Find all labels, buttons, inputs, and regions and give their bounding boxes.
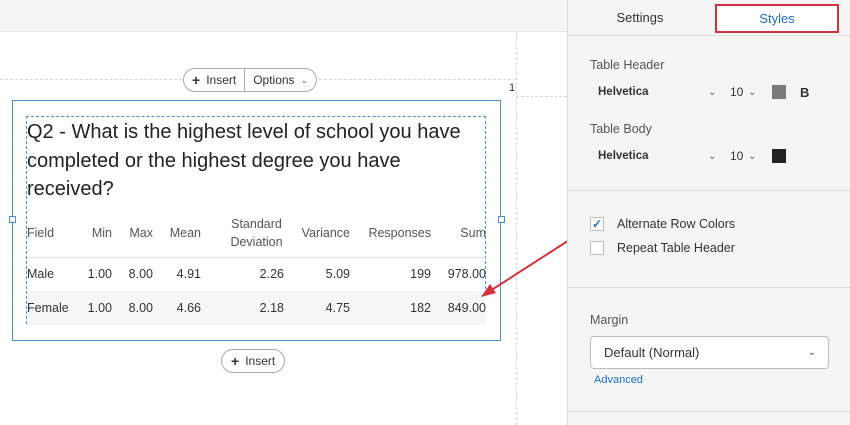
tab-styles[interactable]: Styles [715,4,839,33]
table-body-label: Table Body [590,122,652,136]
section-divider [568,190,850,191]
repeat-table-header-checkbox[interactable] [590,241,604,255]
repeat-table-header-option[interactable]: Repeat Table Header [590,241,735,255]
table-body-font-row: Helvetica ⌄ 10 ⌄ [598,146,838,166]
chevron-down-icon[interactable]: ⌄ [748,151,768,162]
table-header-font-row: Helvetica ⌄ 10 ⌄ B [598,82,838,102]
alternate-row-colors-checkbox[interactable]: ✓ [590,217,604,231]
body-font-select[interactable]: Helvetica [598,150,708,162]
header-bold-toggle[interactable]: B [800,85,809,100]
margin-label: Margin [590,313,629,327]
body-color-swatch[interactable] [772,149,786,163]
table-header-label: Table Header [590,58,665,72]
margin-select[interactable]: Default (Normal) ⌄ [590,336,829,369]
chevron-down-icon[interactable]: ⌄ [748,87,768,98]
chevron-down-icon[interactable]: ⌄ [708,151,730,162]
properties-panel: Settings Styles Table Header Helvetica ⌄… [567,0,850,425]
arrow-head [481,284,496,297]
alternate-row-colors-label: Alternate Row Colors [617,217,736,231]
chevron-down-icon[interactable]: ⌄ [708,87,730,98]
body-size-select[interactable]: 10 [730,149,748,163]
repeat-table-header-label: Repeat Table Header [617,241,735,255]
section-divider [568,287,850,288]
chevron-down-icon: ⌄ [807,347,816,358]
alternate-row-colors-option[interactable]: ✓ Alternate Row Colors [590,217,735,231]
advanced-link[interactable]: Advanced [594,374,643,386]
tab-settings[interactable]: Settings [568,0,712,34]
header-color-swatch[interactable] [772,85,786,99]
header-size-select[interactable]: 10 [730,85,748,99]
margin-value: Default (Normal) [604,345,700,360]
section-divider [568,411,850,412]
header-font-select[interactable]: Helvetica [598,86,708,98]
tabs-divider [568,35,850,36]
